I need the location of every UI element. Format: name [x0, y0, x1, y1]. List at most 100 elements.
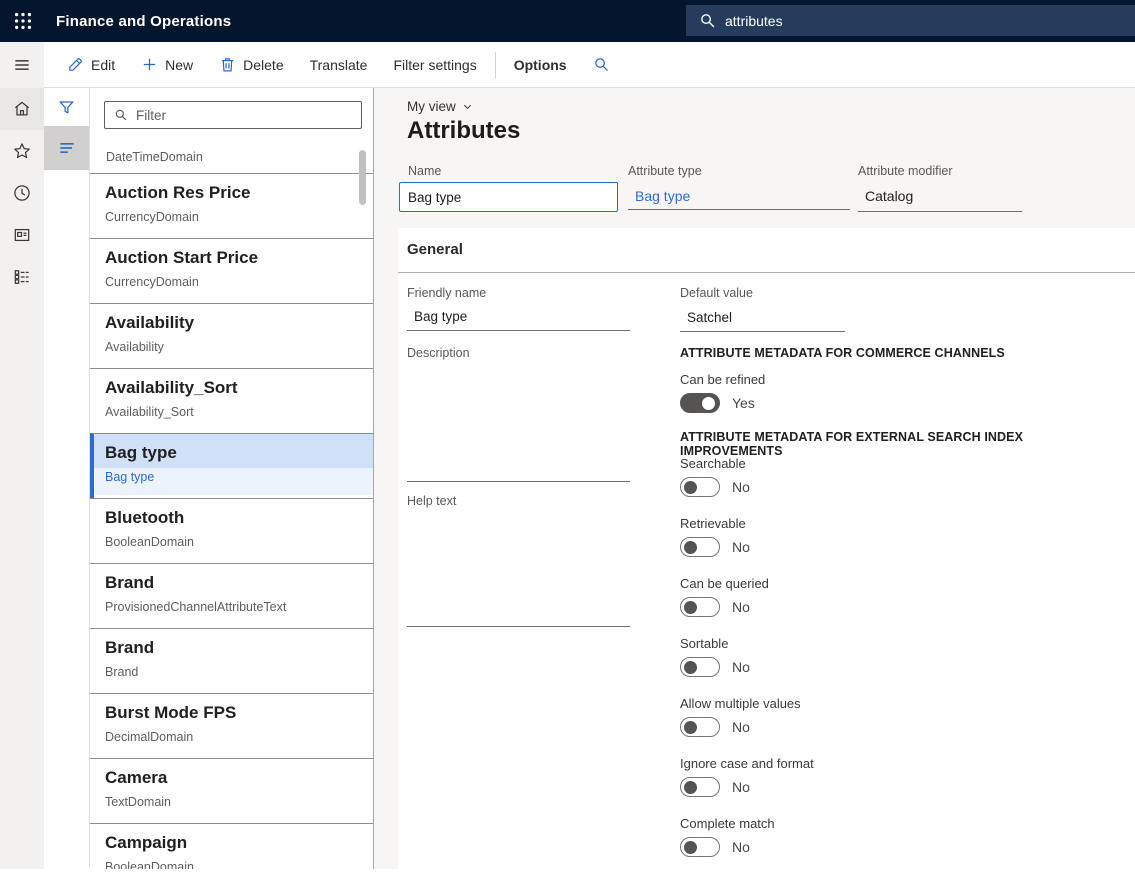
attribute-list: Auction Res PriceCurrencyDomainAuction S…: [90, 173, 373, 869]
list-item-subtitle: CurrencyDomain: [105, 275, 373, 289]
toggle-state: No: [732, 599, 750, 615]
list-item-title: Brand: [105, 573, 373, 593]
list-item-title: Brand: [105, 638, 373, 658]
panel-tab-list[interactable]: [44, 126, 89, 170]
toggle-label: Searchable: [680, 454, 814, 471]
clipped-item-subtitle: DateTimeDomain: [106, 150, 203, 164]
toggle-switch[interactable]: [680, 393, 720, 413]
content-area: My view Attributes Name Attribute type B…: [374, 88, 1135, 869]
nav-item-home[interactable]: [0, 88, 44, 130]
toggle-label: Complete match: [680, 814, 814, 831]
edit-button[interactable]: Edit: [54, 50, 128, 79]
toggle-switch[interactable]: [680, 777, 720, 797]
nav-item-favorites[interactable]: [0, 130, 44, 172]
name-field-input[interactable]: [399, 182, 618, 212]
list-item[interactable]: Camera TextDomain: [90, 758, 373, 823]
toggle-switch[interactable]: [680, 477, 720, 497]
toggle-switch[interactable]: [680, 657, 720, 677]
friendly-name-value[interactable]: Bag type: [414, 309, 467, 324]
clock-icon: [12, 183, 32, 203]
toggle-switch[interactable]: [680, 837, 720, 857]
toggle-knob: [684, 481, 697, 494]
toolbar-divider: [495, 52, 496, 78]
filter-settings-button[interactable]: Filter settings: [380, 51, 489, 79]
toggle-label: Retrievable: [680, 514, 814, 531]
toggle-row: Complete matchNo: [680, 814, 814, 874]
view-selector[interactable]: My view: [407, 99, 473, 114]
list-item[interactable]: Bag typeBag type: [90, 433, 373, 498]
search-toggle-group: SearchableNoRetrievableNoCan be queriedN…: [680, 454, 814, 874]
attribute-type-field-group: Attribute type Bag type: [628, 164, 850, 210]
list-item[interactable]: Auction Res PriceCurrencyDomain: [90, 173, 373, 238]
toggle-row: RetrievableNo: [680, 514, 814, 574]
page-title: Attributes: [407, 117, 520, 145]
toggle-knob: [684, 721, 697, 734]
new-button[interactable]: New: [128, 50, 206, 79]
list-item[interactable]: BrandBrand: [90, 628, 373, 693]
list-item-subtitle: TextDomain: [105, 795, 373, 809]
list-item[interactable]: Brand ProvisionedChannelAttributeText: [90, 563, 373, 628]
list-item-title: Auction Start Price: [105, 248, 373, 268]
attribute-type-value-link[interactable]: Bag type: [635, 188, 850, 204]
general-left-column: Friendly name Bag type Description Help …: [407, 284, 630, 684]
list-item[interactable]: Auction Start Price CurrencyDomain: [90, 238, 373, 303]
top-app-bar: Finance and Operations: [0, 0, 1135, 42]
attribute-modifier-value[interactable]: Catalog: [865, 188, 1022, 204]
list-item-subtitle: CurrencyDomain: [105, 210, 373, 224]
list-filter-input[interactable]: [136, 108, 341, 123]
general-section-card: General Friendly name Bag type Descripti…: [398, 228, 1135, 869]
attribute-modifier-label: Attribute modifier: [858, 164, 1022, 178]
toggle-switch[interactable]: [680, 597, 720, 617]
help-text-underline[interactable]: [407, 626, 630, 627]
friendly-name-label: Friendly name: [407, 286, 486, 300]
general-right-column: Default value Satchel ATTRIBUTE METADATA…: [680, 284, 1120, 884]
toggle-switch[interactable]: [680, 717, 720, 737]
nav-toggle-button[interactable]: [0, 42, 44, 88]
list-item[interactable]: CampaignBooleanDomain: [90, 823, 373, 869]
list-item-subtitle: BooleanDomain: [105, 535, 373, 549]
delete-button[interactable]: Delete: [206, 50, 296, 79]
toggle-switch[interactable]: [680, 537, 720, 557]
toggle-label: Ignore case and format: [680, 754, 814, 771]
list-filter-box[interactable]: [104, 101, 362, 129]
section-divider: [398, 272, 1135, 273]
toggle-knob: [684, 541, 697, 554]
global-search-input[interactable]: [725, 13, 1045, 29]
attribute-type-label: Attribute type: [628, 164, 850, 178]
default-value-underline: [680, 331, 845, 332]
list-item-subtitle: DecimalDomain: [105, 730, 373, 744]
list-item[interactable]: Availability_SortAvailability_Sort: [90, 368, 373, 433]
nav-item-recent[interactable]: [0, 172, 44, 214]
description-underline[interactable]: [407, 481, 630, 482]
options-button[interactable]: Options: [501, 51, 580, 79]
list-item[interactable]: BluetoothBooleanDomain: [90, 498, 373, 563]
attribute-modifier-field-group: Attribute modifier Catalog: [858, 164, 1022, 212]
nav-item-workspaces[interactable]: [0, 214, 44, 256]
plus-icon: [141, 56, 158, 73]
global-search[interactable]: [686, 5, 1135, 36]
pencil-icon: [67, 56, 84, 73]
app-launcher-icon[interactable]: [0, 0, 46, 42]
panel-tab-filter[interactable]: [44, 88, 89, 126]
toggle-label: Can be refined: [680, 370, 765, 387]
toolbar-search-button[interactable]: [580, 50, 623, 79]
toggle-row: Can be refinedYes: [680, 370, 765, 430]
list-scrollbar-thumb[interactable]: [359, 150, 366, 205]
chevron-down-icon: [462, 101, 473, 112]
list-item-title: Availability_Sort: [105, 378, 373, 398]
nav-item-modules[interactable]: [0, 256, 44, 298]
toggle-state: No: [732, 779, 750, 795]
left-nav-strip: [0, 42, 44, 869]
toggle-knob: [684, 601, 697, 614]
list-item-subtitle: Bag type: [105, 470, 373, 484]
translate-button[interactable]: Translate: [297, 51, 381, 79]
star-icon: [12, 141, 32, 161]
list-item-subtitle: ProvisionedChannelAttributeText: [105, 600, 373, 614]
default-value-value[interactable]: Satchel: [687, 310, 732, 325]
list-item[interactable]: Burst Mode FPSDecimalDomain: [90, 693, 373, 758]
list-item-subtitle: Availability: [105, 340, 373, 354]
toggle-state: No: [732, 719, 750, 735]
list-item[interactable]: AvailabilityAvailability: [90, 303, 373, 368]
list-item-title: Camera: [105, 768, 373, 788]
list-item-subtitle: BooleanDomain: [105, 860, 373, 869]
